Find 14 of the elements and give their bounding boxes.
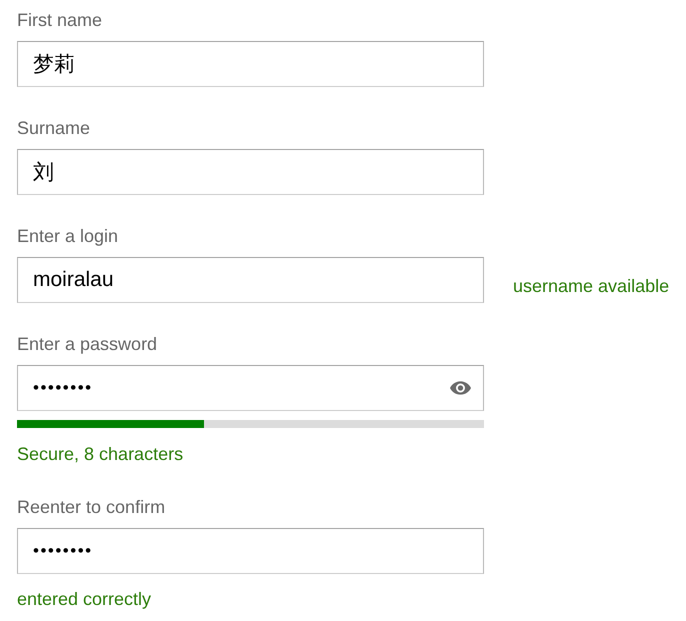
eye-icon[interactable] (450, 381, 471, 395)
availability-message: username available (513, 276, 670, 296)
field-label: Surname (17, 118, 90, 138)
validation-message: entered correctly (17, 589, 152, 609)
password-field[interactable]: •••••••• (17, 365, 484, 411)
input-field[interactable]: moiralau (17, 257, 484, 303)
field-label: Reenter to confirm (17, 497, 166, 517)
password-field[interactable]: •••••••• (17, 528, 484, 574)
field-label: Enter a password (17, 334, 158, 354)
input-field[interactable]: 刘 (17, 149, 484, 195)
input-field[interactable]: 梦莉 (17, 41, 484, 87)
validation-message: Secure, 8 characters (17, 444, 184, 464)
field-label: First name (17, 10, 102, 30)
field-label: Enter a login (17, 226, 118, 246)
